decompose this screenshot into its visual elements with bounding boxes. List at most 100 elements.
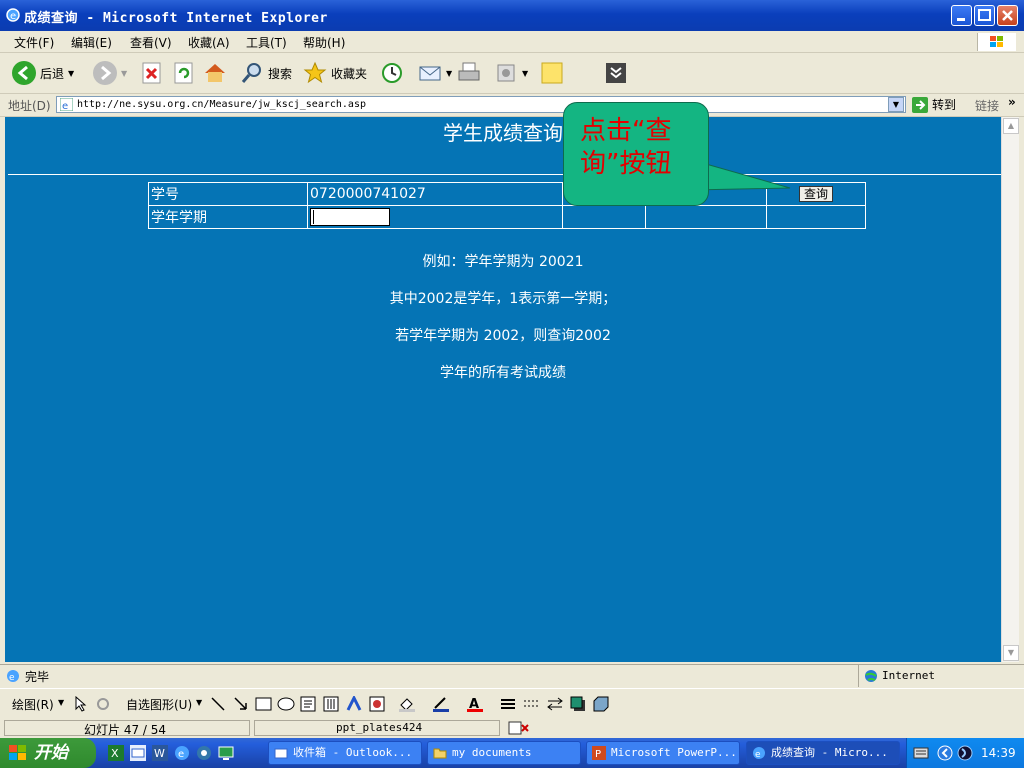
svg-text:X: X [111, 747, 119, 760]
clipart-icon[interactable] [369, 696, 385, 712]
quick-launch: X W e [108, 745, 234, 761]
callout-line: 询”按钮 [580, 149, 672, 179]
svg-text:e: e [9, 673, 15, 683]
refresh-button[interactable] [172, 59, 196, 87]
line-color-icon[interactable] [432, 696, 450, 712]
outlook-icon[interactable] [130, 745, 146, 761]
address-input[interactable]: e http://ne.sysu.org.cn/Measure/jw_kscj_… [56, 96, 906, 113]
standard-toolbar: 后退 ▼ ▼ 搜索 收藏夹 ▼ ▼ [0, 53, 1024, 94]
extra-button[interactable] [604, 59, 628, 87]
stop-icon [142, 62, 161, 84]
task-ie-grades[interactable]: e 成绩查询 - Micro... [746, 741, 900, 765]
page-icon: e [60, 98, 73, 111]
word-icon[interactable]: W [152, 745, 168, 761]
history-button[interactable] [380, 59, 404, 87]
globe-icon [865, 670, 877, 682]
pointer-icon[interactable] [74, 696, 88, 712]
draw-menu[interactable]: 绘图(R) [12, 696, 54, 713]
arrow-style-icon[interactable] [546, 696, 564, 712]
status-bar: e 完毕 Internet [0, 664, 1024, 687]
browser-icon[interactable] [196, 745, 212, 761]
task-label: Microsoft PowerP... [611, 746, 737, 759]
forward-arrow-icon [93, 61, 117, 85]
svg-text:e: e [10, 11, 16, 22]
chevron-down-icon[interactable]: ▼ [196, 698, 202, 707]
menu-tools[interactable]: 工具(T) [246, 34, 287, 51]
forward-button[interactable]: ▼ [93, 59, 127, 87]
dash-style-icon[interactable] [523, 696, 539, 712]
maximize-button[interactable] [974, 5, 995, 26]
menu-edit[interactable]: 编辑(E) [71, 34, 112, 51]
print-button[interactable] [457, 59, 481, 87]
mail-icon [419, 66, 441, 81]
menu-help[interactable]: 帮助(H) [303, 34, 345, 51]
note-line: 学年的所有考试成绩 [440, 365, 566, 381]
textbox-icon[interactable] [300, 696, 316, 712]
back-button[interactable]: 后退 ▼ [12, 59, 74, 87]
home-icon [205, 64, 225, 82]
fill-color-icon[interactable] [398, 696, 416, 712]
ie-icon: e [753, 747, 765, 760]
taskbar: 开始 X W e 收件箱 - Outlook... my documents P… [0, 738, 1024, 768]
scroll-up-icon[interactable]: ▲ [1003, 118, 1019, 134]
autoshapes-menu[interactable]: 自选图形(U) [126, 696, 192, 713]
arrow-icon[interactable] [233, 696, 249, 712]
font-color-icon[interactable]: A [466, 696, 484, 712]
ie-icon[interactable]: e [174, 745, 190, 761]
network-icon[interactable] [957, 745, 973, 761]
task-my-documents[interactable]: my documents [427, 741, 581, 765]
term-input-cell [307, 205, 563, 229]
mail-button[interactable]: ▼ [418, 59, 452, 87]
task-powerpoint[interactable]: P Microsoft PowerP... [586, 741, 740, 765]
rotate-icon[interactable] [95, 696, 111, 712]
excel-icon[interactable]: X [108, 745, 124, 761]
oval-icon[interactable] [277, 696, 295, 712]
svg-text:W: W [154, 747, 165, 760]
vertical-scrollbar[interactable]: ▲ ▼ [1001, 117, 1019, 662]
chevron-left-icon[interactable] [937, 745, 953, 761]
start-button[interactable]: 开始 [0, 738, 96, 768]
chevron-down-icon[interactable]: ▼ [58, 698, 64, 707]
address-dropdown[interactable]: ▼ [888, 97, 904, 112]
term-label: 学年学期 [148, 205, 308, 229]
menu-view[interactable]: 查看(V) [130, 34, 172, 51]
go-button[interactable]: 转到 [912, 96, 956, 113]
task-outlook[interactable]: 收件箱 - Outlook... [268, 741, 422, 765]
line-icon[interactable] [210, 696, 226, 712]
line-style-icon[interactable] [500, 696, 516, 712]
chevron-down-icon[interactable]: ▼ [121, 69, 127, 78]
menu-favorites[interactable]: 收藏(A) [188, 34, 230, 51]
rectangle-icon[interactable] [255, 696, 273, 712]
3d-icon[interactable] [592, 696, 610, 712]
shadow-icon[interactable] [570, 696, 586, 712]
scroll-down-icon[interactable]: ▼ [1003, 645, 1019, 661]
favorites-button[interactable]: 收藏夹 [303, 59, 367, 87]
edit-button[interactable]: ▼ [494, 59, 528, 87]
powerpoint-status-bar: 幻灯片 47 / 54 ppt_plates424 [0, 718, 1024, 738]
chevron-down-icon[interactable]: ▼ [68, 69, 74, 78]
window-title: 成绩查询 - Microsoft Internet Explorer [24, 11, 328, 26]
wordart-icon[interactable] [346, 696, 362, 712]
keyboard-icon[interactable] [913, 746, 929, 760]
search-button[interactable]: 搜索 [240, 59, 292, 87]
menu-file[interactable]: 文件(F) [14, 34, 54, 51]
favorites-label: 收藏夹 [331, 66, 368, 81]
home-button[interactable] [203, 59, 227, 87]
close-button[interactable] [997, 5, 1018, 26]
svg-text:e: e [755, 750, 761, 760]
vertical-text-icon[interactable] [323, 696, 339, 712]
chevron-down-icon[interactable]: ▼ [446, 69, 452, 78]
powerpoint-icon: P [592, 746, 606, 760]
chevron-right-icon[interactable]: » [1008, 95, 1016, 109]
links-label[interactable]: 链接 [975, 97, 999, 114]
minimize-button[interactable] [951, 5, 972, 26]
term-input[interactable] [310, 208, 390, 226]
task-label: 成绩查询 - Micro... [771, 746, 888, 759]
query-button[interactable]: 查询 [799, 186, 833, 202]
web-page-content: 学生成绩查询 学号 0720000741027 查询 学年学期 例如：学年学期为… [5, 117, 1001, 662]
chevron-down-icon[interactable]: ▼ [522, 69, 528, 78]
desktop-icon[interactable] [218, 745, 234, 761]
stop-button[interactable] [140, 59, 164, 87]
notes-button[interactable] [540, 59, 564, 87]
expand-icon [606, 63, 626, 83]
